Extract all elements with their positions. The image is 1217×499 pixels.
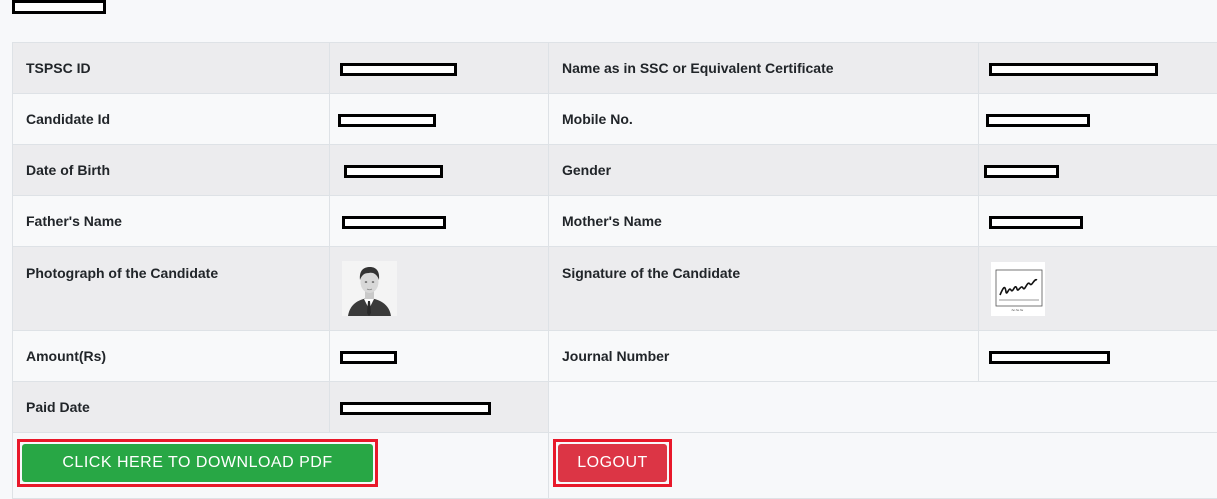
tspsc-id-value [330,43,549,94]
table-row: Candidate Id Mobile No. [13,94,1217,145]
logout-highlight: LOGOUT [553,439,672,487]
redacted-value [986,114,1090,127]
candidate-id-value [330,94,549,145]
download-highlight: CLICK HERE TO DOWNLOAD PDF [17,439,378,487]
journal-number-label: Journal Number [549,331,979,382]
candidate-photo-icon [342,261,397,316]
father-name-label: Father's Name [13,196,330,247]
redacted-value [340,63,457,76]
download-cell: CLICK HERE TO DOWNLOAD PDF [13,433,549,499]
paid-date-label: Paid Date [13,382,330,433]
logout-button[interactable]: LOGOUT [558,444,667,482]
mother-name-label: Mother's Name [549,196,979,247]
mobile-label: Mobile No. [549,94,979,145]
name-value [979,43,1217,94]
gender-label: Gender [549,145,979,196]
redacted-value [989,351,1110,364]
gender-value [979,145,1217,196]
dob-label: Date of Birth [13,145,330,196]
signature-icon: ~~~ [991,262,1045,316]
logout-cell: LOGOUT [549,433,1217,499]
journal-number-value [979,331,1217,382]
table-row: Amount(Rs) Journal Number [13,331,1217,382]
candidate-details-table: TSPSC ID Name as in SSC or Equivalent Ce… [12,42,1217,499]
redacted-heading [12,0,106,14]
signature-label: Signature of the Candidate [549,247,979,331]
redacted-value [338,114,436,127]
table-row: Father's Name Mother's Name [13,196,1217,247]
mobile-value [979,94,1217,145]
redacted-value [342,216,446,229]
paid-date-value [330,382,549,433]
table-row: Photograph of the Candidate Signature of… [13,247,1217,331]
button-row: CLICK HERE TO DOWNLOAD PDF LOGOUT [13,433,1217,499]
table-row: TSPSC ID Name as in SSC or Equivalent Ce… [13,43,1217,94]
redacted-value [984,165,1059,178]
table-row: Date of Birth Gender [13,145,1217,196]
photo-cell [330,247,549,331]
empty-cell [549,382,1217,433]
amount-label: Amount(Rs) [13,331,330,382]
table-row: Paid Date [13,382,1217,433]
dob-value [330,145,549,196]
amount-value [330,331,549,382]
svg-text:~~~: ~~~ [1011,308,1024,314]
photo-label: Photograph of the Candidate [13,247,330,331]
name-label: Name as in SSC or Equivalent Certificate [549,43,979,94]
tspsc-id-label: TSPSC ID [13,43,330,94]
redacted-value [340,351,397,364]
candidate-id-label: Candidate Id [13,94,330,145]
redacted-value [344,165,443,178]
father-name-value [330,196,549,247]
signature-cell: ~~~ [979,247,1217,331]
redacted-value [989,63,1158,76]
redacted-value [989,216,1083,229]
mother-name-value [979,196,1217,247]
redacted-value [340,402,491,415]
download-pdf-button[interactable]: CLICK HERE TO DOWNLOAD PDF [22,444,373,482]
